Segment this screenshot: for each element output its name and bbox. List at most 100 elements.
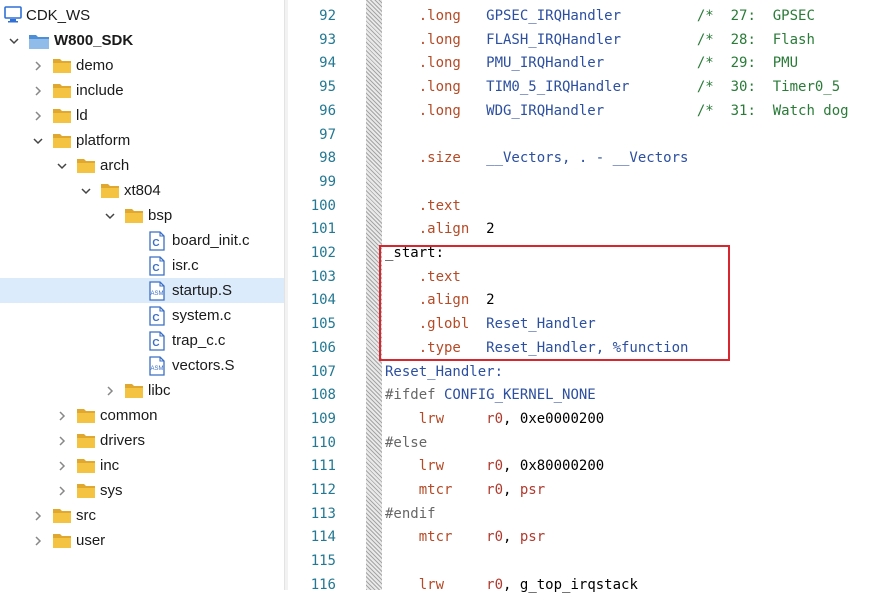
tree-item-label: startup.S (172, 282, 233, 299)
line-number: 99 (319, 174, 336, 190)
tree-item-inc[interactable]: inc (0, 453, 284, 478)
code-token: r0 (452, 529, 504, 545)
project-folder-icon (28, 32, 50, 55)
tree-item-label: ld (76, 107, 88, 124)
tree-item-label: drivers (100, 432, 146, 449)
chevron-down-icon[interactable] (32, 134, 44, 146)
code-token: GPSEC_IRQHandler (460, 8, 622, 24)
svg-text:ASM: ASM (150, 366, 163, 372)
tree-item-cdk-ws[interactable]: CDK_WS (0, 3, 284, 28)
chevron-down-icon[interactable] (56, 159, 68, 171)
code-line[interactable]: .long PMU_IRQHandler /* 29: PMU (385, 54, 798, 72)
tree-item-label: platform (76, 132, 131, 149)
tree-item-sys[interactable]: sys (0, 478, 284, 503)
tree-item-trap-c-c[interactable]: Ctrap_c.c (0, 328, 284, 353)
code-line[interactable]: lrw r0, 0x80000200 (385, 457, 604, 475)
chevron-right-icon[interactable] (32, 534, 44, 546)
code-token: #ifdef (385, 387, 436, 403)
line-number: 98 (319, 150, 336, 166)
code-token: r0 (452, 482, 504, 498)
chevron-down-icon[interactable] (8, 34, 20, 46)
tree-item-include[interactable]: include (0, 78, 284, 103)
code-token: .long (385, 55, 461, 71)
code-token: r0 (444, 458, 504, 474)
code-line[interactable]: .long TIM0_5_IRQHandler /* 30: Timer0_5 (385, 78, 840, 96)
tree-item-startup-s[interactable]: ASM startup.S (0, 278, 284, 303)
folder-icon (124, 382, 144, 404)
tree-item-w800-sdk[interactable]: W800_SDK (0, 28, 284, 53)
tree-item-label: CDK_WS (26, 7, 91, 24)
tree-item-libc[interactable]: libc (0, 378, 284, 403)
tree-item-xt804[interactable]: xt804 (0, 178, 284, 203)
tree-item-label: common (100, 407, 158, 424)
chevron-right-icon[interactable] (32, 59, 44, 71)
chevron-right-icon[interactable] (104, 384, 116, 396)
code-line[interactable]: mtcr r0, psr (385, 528, 545, 546)
highlight-box (379, 245, 730, 361)
svg-text:C: C (152, 313, 159, 324)
code-token: , 0xe0000200 (503, 411, 605, 427)
code-token: mtcr (385, 529, 453, 545)
code-line[interactable]: .align 2 (385, 220, 495, 238)
code-line[interactable]: mtcr r0, psr (385, 481, 545, 499)
chevron-right-icon[interactable] (56, 434, 68, 446)
folder-icon (76, 482, 96, 504)
line-number: 112 (310, 482, 336, 498)
line-number: 113 (310, 506, 336, 522)
folder-icon (76, 157, 96, 179)
chevron-right-icon[interactable] (56, 459, 68, 471)
line-number: 100 (310, 198, 336, 214)
code-token: psr (519, 482, 546, 498)
tree-item-label: user (76, 532, 106, 549)
code-token: .align (385, 221, 470, 237)
tree-item-label: bsp (148, 207, 173, 224)
line-number: 94 (319, 55, 336, 71)
code-line[interactable]: .long GPSEC_IRQHandler /* 27: GPSEC (385, 7, 815, 25)
code-line[interactable]: #endif (385, 505, 436, 523)
code-line[interactable]: .text (385, 197, 461, 215)
line-number: 114 (310, 529, 336, 545)
tree-item-demo[interactable]: demo (0, 53, 284, 78)
code-line[interactable]: Reset_Handler: (385, 363, 503, 381)
tree-item-label: sys (100, 482, 123, 499)
code-line[interactable]: .long WDG_IRQHandler /* 31: Watch dog (385, 102, 849, 120)
code-token: WDG_IRQHandler (460, 103, 605, 119)
tree-item-system-c[interactable]: Csystem.c (0, 303, 284, 328)
chevron-right-icon[interactable] (32, 84, 44, 96)
code-line[interactable]: lrw r0, g_top_irqstack (385, 576, 638, 594)
code-token: Reset_Handler: (385, 364, 504, 380)
code-line[interactable]: #else (385, 434, 427, 452)
tree-item-vectors-s[interactable]: ASM vectors.S (0, 353, 284, 378)
chevron-right-icon[interactable] (56, 484, 68, 496)
tree-item-bsp[interactable]: bsp (0, 203, 284, 228)
line-number: 115 (310, 553, 336, 569)
code-line[interactable]: .long FLASH_IRQHandler /* 28: Flash (385, 31, 815, 49)
tree-item-platform[interactable]: platform (0, 128, 284, 153)
code-token: /* 31: Watch dog (696, 103, 849, 119)
line-number: 104 (310, 292, 336, 308)
tree-item-label: system.c (172, 307, 232, 324)
chevron-right-icon[interactable] (32, 109, 44, 121)
tree-item-src[interactable]: src (0, 503, 284, 528)
chevron-down-icon[interactable] (104, 209, 116, 221)
tree-item-drivers[interactable]: drivers (0, 428, 284, 453)
code-token: 2 (469, 221, 495, 237)
tree-item-board-init-c[interactable]: Cboard_init.c (0, 228, 284, 253)
chevron-right-icon[interactable] (32, 509, 44, 521)
code-token: r0 (444, 577, 504, 593)
code-line[interactable]: #ifdef CONFIG_KERNEL_NONE (385, 386, 596, 404)
tree-item-common[interactable]: common (0, 403, 284, 428)
code-token: /* 29: PMU (696, 55, 799, 71)
tree-item-user[interactable]: user (0, 528, 284, 553)
code-line[interactable]: lrw r0, 0xe0000200 (385, 410, 604, 428)
tree-item-arch[interactable]: arch (0, 153, 284, 178)
line-number: 110 (310, 435, 336, 451)
chevron-right-icon[interactable] (56, 409, 68, 421)
chevron-down-icon[interactable] (80, 184, 92, 196)
code-token: , g_top_irqstack (503, 577, 638, 593)
tree-item-isr-c[interactable]: Cisr.c (0, 253, 284, 278)
code-line[interactable]: .size __Vectors, . - __Vectors (385, 149, 689, 167)
tree-item-ld[interactable]: ld (0, 103, 284, 128)
